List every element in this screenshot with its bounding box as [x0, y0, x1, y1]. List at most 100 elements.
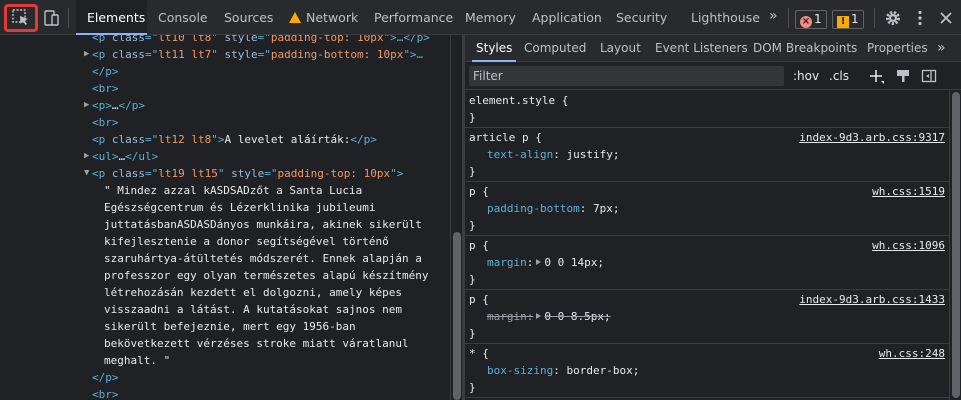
device-toolbar-icon[interactable]: [42, 8, 62, 28]
dom-node-line[interactable]: szaruhártya-átültetés módszerét. Ennek a…: [104, 250, 422, 267]
dom-node-line[interactable]: Egészségcentrum és Lézerklinika jubileum…: [104, 199, 376, 216]
dom-node-line[interactable]: <ul>…</ul>: [92, 148, 158, 165]
css-property-value[interactable]: border-box;: [566, 364, 639, 377]
dom-node-line[interactable]: sikerült befejeznie, mert egy 1956-ban: [104, 318, 356, 335]
dom-node-line[interactable]: létrehozásán kezdett el dolgozni, amely …: [104, 284, 402, 301]
dom-node-line[interactable]: <br>: [92, 114, 119, 131]
collapse-triangle-icon[interactable]: ▼: [84, 165, 89, 182]
tab-lighthouse[interactable]: Lighthouse: [691, 0, 760, 35]
tab-properties[interactable]: Properties: [867, 35, 928, 62]
css-property-name[interactable]: box-sizing: [487, 364, 553, 377]
css-selector[interactable]: p {: [469, 291, 489, 308]
css-rules-list: element.style {} article p {index-9d3.arb…: [465, 91, 949, 400]
tab-computed[interactable]: Computed: [524, 35, 586, 62]
elements-dom-tree[interactable]: <p class="lt10 lt8" style="padding-top: …: [0, 35, 450, 400]
expand-shorthand-icon[interactable]: [536, 259, 542, 265]
more-sidebar-tabs-chevron-icon[interactable]: »: [937, 35, 946, 62]
dom-node-line[interactable]: bekövetkezett vérzéses stroke miatt vára…: [104, 335, 409, 352]
close-icon[interactable]: [936, 8, 956, 28]
expand-shorthand-icon[interactable]: [536, 313, 542, 319]
css-selector[interactable]: * {: [469, 345, 489, 362]
dom-node-line[interactable]: juttatásbanASDASDányos munkáira, akinek …: [104, 216, 422, 233]
dom-token-val: lt11 lt7: [158, 48, 212, 61]
css-declaration[interactable]: padding-bottom: 7px;: [487, 200, 619, 217]
dom-node-line[interactable]: kifejlesztenie a donor segítségével tört…: [104, 233, 389, 250]
rule-divider: [465, 397, 949, 398]
css-declaration[interactable]: box-sizing: border-box;: [487, 362, 639, 379]
dom-node-line[interactable]: meghalt. ": [104, 352, 170, 369]
more-options-icon[interactable]: [910, 8, 930, 28]
tab-styles[interactable]: Styles: [472, 35, 517, 62]
inspect-element-icon[interactable]: [11, 8, 31, 28]
dom-node-line[interactable]: " Mindez azzal kASDSADzőt a Santa Lucia: [104, 182, 362, 199]
dom-token-txt: " Mindez azzal kASDSADzőt a Santa Lucia: [104, 184, 363, 197]
css-selector[interactable]: element.style {: [469, 92, 568, 109]
css-property-value[interactable]: justify;: [566, 148, 619, 161]
stylesheet-source-link[interactable]: wh.css:1096: [872, 237, 945, 254]
styles-scrollbar[interactable]: [949, 90, 961, 400]
expand-triangle-icon[interactable]: ▶: [84, 46, 89, 63]
css-selector[interactable]: article p {: [469, 129, 542, 146]
styles-filter-input[interactable]: Filter: [469, 66, 784, 86]
scrollbar-thumb[interactable]: [453, 232, 461, 400]
tab-performance[interactable]: Performance: [374, 0, 453, 35]
rule-divider: [465, 127, 949, 128]
tab-memory[interactable]: Memory: [465, 0, 516, 35]
dom-node-line[interactable]: </p>: [92, 63, 119, 80]
stylesheet-source-link[interactable]: wh.css:248: [879, 345, 945, 362]
dom-node-line[interactable]: <p class="lt11 lt7" style="padding-botto…: [92, 46, 423, 63]
dom-node-line[interactable]: <br>: [92, 386, 119, 400]
dom-node-line[interactable]: <p class="lt10 lt8" style="padding-top: …: [92, 35, 430, 46]
class-toggle[interactable]: .cls: [829, 62, 849, 90]
css-property-value[interactable]: 0 0 14px;: [544, 256, 604, 269]
dom-token-txt: A levelet aláírták:: [224, 133, 351, 146]
css-property-value[interactable]: 7px;: [593, 202, 620, 215]
dom-node-line[interactable]: </p>: [92, 369, 119, 386]
dom-token-attr: style: [231, 167, 265, 180]
stylesheet-source-link[interactable]: wh.css:1519: [872, 183, 945, 200]
tab-security[interactable]: Security: [616, 0, 667, 35]
css-selector[interactable]: p {: [469, 237, 489, 254]
css-declaration[interactable]: margin: 0 0 14px;: [487, 254, 604, 271]
expand-triangle-icon[interactable]: ▶: [84, 97, 89, 114]
tab-layout[interactable]: Layout: [600, 35, 641, 62]
css-property-name[interactable]: text-align: [487, 148, 553, 161]
dom-node-line[interactable]: visszaadni a látást. A kutatásokat sajno…: [104, 301, 402, 318]
tab-network[interactable]: Network: [289, 0, 358, 35]
css-selector[interactable]: p {: [469, 183, 489, 200]
stylesheet-source-link[interactable]: index-9d3.arb.css:1433: [799, 291, 945, 308]
dom-node-line[interactable]: <p>…</p>: [92, 97, 145, 114]
css-property-name[interactable]: margin: [487, 310, 527, 323]
error-count-badge[interactable]: × 1: [795, 10, 827, 29]
more-tabs-chevron-icon[interactable]: »: [769, 0, 778, 35]
css-property-name[interactable]: margin: [487, 256, 527, 269]
add-rule-icon[interactable]: [868, 68, 884, 84]
expand-triangle-icon[interactable]: ▶: [84, 148, 89, 165]
sidebar-tabs: Styles Computed Layout Event Listeners D…: [465, 35, 961, 62]
dom-node-line[interactable]: professzor egy olyan természetes alapú k…: [104, 267, 429, 284]
dom-node-line[interactable]: <br>: [92, 80, 119, 97]
tab-elements[interactable]: Elements: [76, 0, 147, 35]
hover-state-toggle[interactable]: :hov: [793, 62, 819, 90]
tab-sources[interactable]: Sources: [224, 0, 273, 35]
scrollbar-thumb[interactable]: [952, 92, 960, 398]
tab-application[interactable]: Application: [532, 0, 602, 35]
styles-sidebar: Styles Computed Layout Event Listeners D…: [465, 35, 961, 400]
tab-event-listeners[interactable]: Event Listeners: [655, 35, 748, 62]
dom-token-tag: </p>: [92, 371, 119, 384]
paint-brush-icon[interactable]: [895, 68, 911, 84]
tab-dom-breakpoints[interactable]: DOM Breakpoints: [753, 35, 857, 62]
tab-console[interactable]: Console: [158, 0, 208, 35]
dom-token-tag: ": [211, 35, 225, 44]
css-property-value[interactable]: 0 0 8.5px;: [544, 310, 610, 323]
css-declaration[interactable]: margin: 0 0 8.5px;: [487, 308, 611, 325]
warning-count-badge[interactable]: ! 1: [832, 10, 864, 29]
stylesheet-source-link[interactable]: index-9d3.arb.css:9317: [799, 129, 945, 146]
toggle-sidebar-icon[interactable]: [921, 68, 937, 84]
dom-node-line[interactable]: <p class="lt12 lt8">A levelet aláírták:<…: [92, 131, 377, 148]
css-property-name[interactable]: padding-bottom: [487, 202, 580, 215]
dom-node-line[interactable]: <p class="lt19 lt15" style="padding-top:…: [92, 165, 403, 182]
css-declaration[interactable]: text-align: justify;: [487, 146, 619, 163]
dom-tree-scrollbar[interactable]: [450, 35, 462, 400]
settings-gear-icon[interactable]: [883, 8, 903, 28]
